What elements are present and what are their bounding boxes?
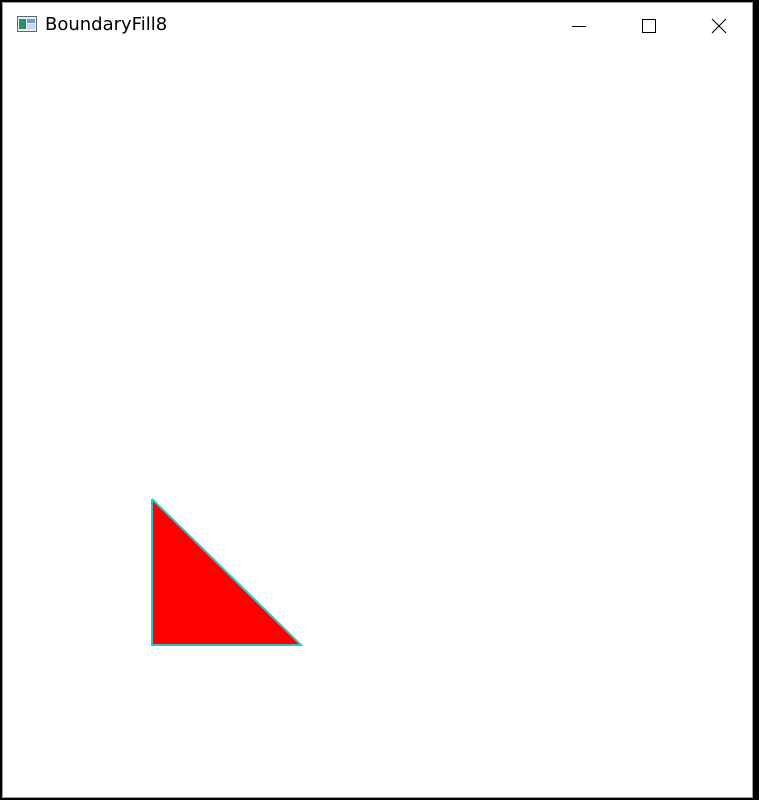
close-button[interactable]: [684, 3, 754, 48]
title-bar[interactable]: BoundaryFill8: [3, 3, 752, 48]
window-title: BoundaryFill8: [45, 14, 168, 35]
maximize-button[interactable]: [614, 3, 684, 48]
canvas-svg: [151, 498, 304, 646]
minimize-icon: [572, 25, 586, 27]
maximize-icon: [642, 18, 656, 33]
minimize-button[interactable]: [544, 3, 614, 48]
app-window: BoundaryFill8: [2, 2, 753, 798]
drawing-canvas[interactable]: [3, 48, 752, 797]
close-icon: [711, 18, 727, 33]
app-icon: [17, 16, 37, 32]
